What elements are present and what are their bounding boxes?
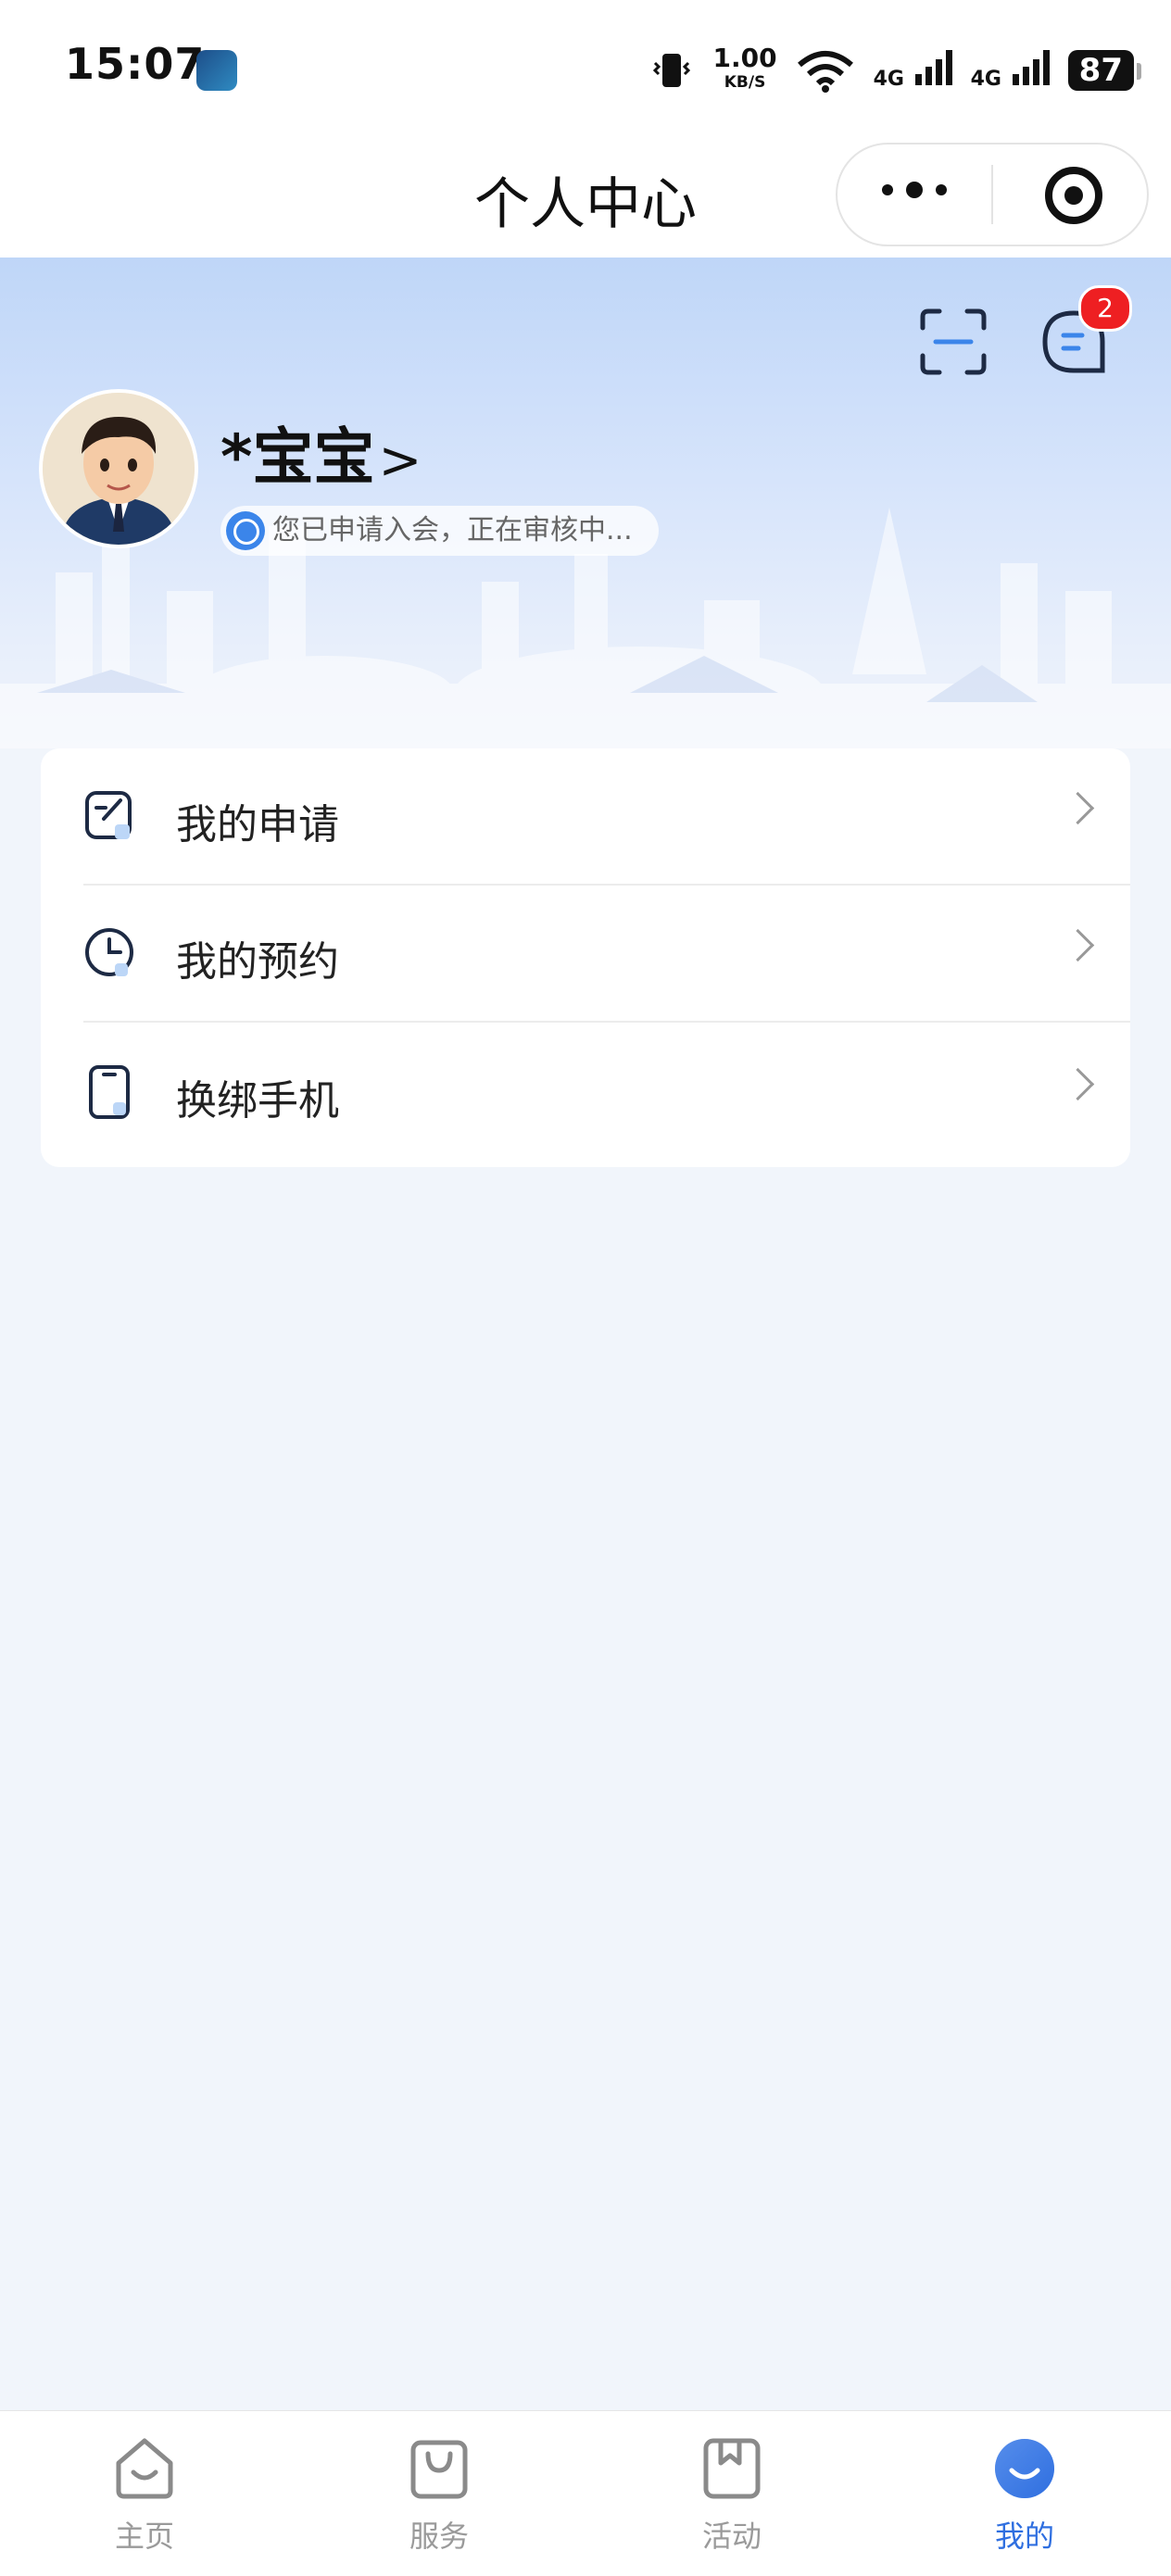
tab-label: 活动 bbox=[701, 2519, 762, 2554]
wifi-icon bbox=[797, 51, 853, 93]
tab-label: 主页 bbox=[114, 2519, 174, 2554]
menu-card: 我的申请 我的预约 换绑手机 bbox=[41, 748, 1130, 1167]
network-speed: 1.00 KB/S bbox=[712, 43, 777, 94]
network-speed-unit: KB/S bbox=[724, 73, 766, 92]
battery-icon: 87 bbox=[1067, 50, 1142, 91]
status-indicators: 1.00 KB/S 4G 4G 87 bbox=[649, 43, 1142, 98]
avatar-illustration bbox=[43, 393, 195, 545]
app-notification-icon bbox=[196, 50, 237, 91]
membership-icon bbox=[226, 511, 265, 550]
menu-item-change-phone[interactable]: 换绑手机 bbox=[41, 1024, 1130, 1162]
chevron-right-icon bbox=[1061, 791, 1095, 825]
vibrate-icon bbox=[653, 54, 691, 87]
scan-icon[interactable] bbox=[917, 306, 989, 378]
menu-item-label: 我的预约 bbox=[176, 938, 339, 986]
signal-icon: 4G bbox=[874, 50, 952, 91]
divider bbox=[83, 1021, 1130, 1023]
tab-activities[interactable]: 活动 bbox=[639, 2411, 825, 2576]
avatar[interactable] bbox=[39, 389, 198, 548]
tab-bar: 主页 服务 活动 我的 bbox=[0, 2410, 1171, 2576]
status-bar: 15:07 1.00 KB/S 4G 4G 87 bbox=[0, 0, 1171, 139]
username[interactable]: *宝宝> bbox=[220, 408, 422, 496]
edit-icon bbox=[85, 791, 132, 839]
bag-icon bbox=[410, 2440, 468, 2499]
tab-label: 我的 bbox=[994, 2519, 1054, 2554]
profile-header: 2 *宝宝> 您已申请入会，正在审核中... bbox=[0, 258, 1171, 748]
menu-item-my-appointments[interactable]: 我的预约 bbox=[41, 886, 1130, 1023]
signal-icon: 4G bbox=[971, 50, 1050, 91]
capsule-divider bbox=[991, 165, 993, 224]
membership-status-badge: 您已申请入会，正在审核中... bbox=[220, 506, 659, 556]
menu-item-my-applications[interactable]: 我的申请 bbox=[41, 748, 1130, 886]
message-badge: 2 bbox=[1078, 285, 1132, 332]
signal-type-2: 4G bbox=[970, 68, 1001, 91]
network-speed-value: 1.00 bbox=[712, 43, 777, 73]
username-text: *宝宝 bbox=[220, 421, 375, 493]
signal-type-1: 4G bbox=[873, 68, 904, 91]
profile-icon bbox=[995, 2439, 1054, 2498]
chevron-right-icon: > bbox=[378, 431, 422, 491]
tab-mine[interactable]: 我的 bbox=[932, 2411, 1117, 2576]
more-dots-icon[interactable] bbox=[882, 182, 947, 198]
chevron-right-icon bbox=[1061, 928, 1095, 962]
menu-item-label: 换绑手机 bbox=[176, 1077, 339, 1125]
membership-status-text: 您已申请入会，正在审核中... bbox=[272, 514, 633, 547]
clock-icon bbox=[85, 928, 133, 976]
chevron-right-icon bbox=[1061, 1067, 1095, 1101]
tab-home[interactable]: 主页 bbox=[52, 2411, 237, 2576]
home-icon bbox=[116, 2438, 173, 2499]
bookmark-icon bbox=[703, 2438, 761, 2499]
menu-item-label: 我的申请 bbox=[176, 801, 339, 848]
tab-label: 服务 bbox=[409, 2519, 469, 2554]
nav-bar: 个人中心 bbox=[0, 139, 1171, 258]
tab-services[interactable]: 服务 bbox=[346, 2411, 532, 2576]
mini-program-capsule bbox=[836, 143, 1149, 246]
status-time: 15:07 bbox=[65, 39, 206, 89]
target-icon[interactable] bbox=[1045, 167, 1102, 224]
phone-icon bbox=[89, 1065, 130, 1119]
